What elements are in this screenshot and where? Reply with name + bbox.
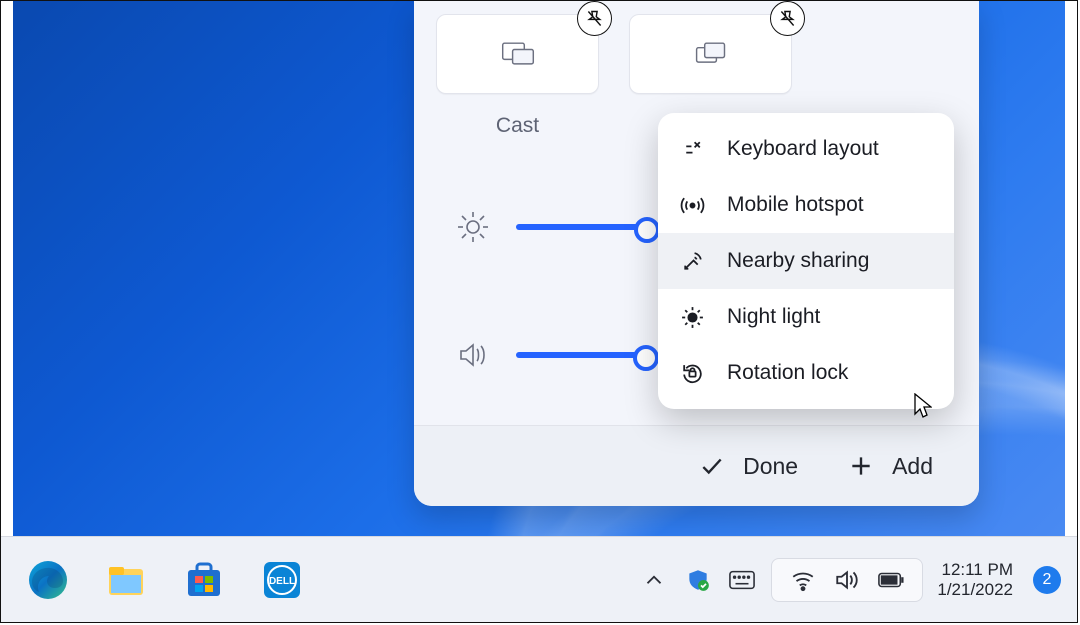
add-button[interactable]: Add — [848, 453, 933, 480]
wifi-icon — [788, 565, 818, 595]
menu-item-label: Keyboard layout — [727, 137, 879, 161]
menu-item-label: Night light — [727, 305, 820, 329]
svg-text:DELL: DELL — [269, 576, 295, 587]
menu-item-label: Rotation lock — [727, 361, 848, 385]
night-light-icon — [680, 305, 705, 330]
clock-date: 1/21/2022 — [937, 580, 1013, 600]
keyboard-layout-icon — [680, 137, 705, 162]
notification-badge[interactable]: 2 — [1033, 566, 1061, 594]
plus-icon — [848, 453, 874, 479]
menu-item-mobile-hotspot[interactable]: Mobile hotspot — [658, 177, 954, 233]
taskbar: DELL — [1, 536, 1077, 622]
tray-security-icon[interactable] — [683, 565, 713, 595]
system-tray-group[interactable] — [771, 558, 923, 602]
tray-overflow-button[interactable] — [639, 565, 669, 595]
unpin-icon[interactable] — [770, 1, 805, 36]
battery-icon — [876, 565, 906, 595]
tray-input-indicator[interactable] — [727, 565, 757, 595]
done-button[interactable]: Done — [699, 453, 798, 480]
volume-tray-icon — [832, 565, 862, 595]
project-icon — [693, 39, 729, 69]
add-label: Add — [892, 453, 933, 480]
quick-settings-panel: Cast — [414, 1, 979, 506]
volume-icon — [454, 336, 492, 374]
check-icon — [699, 453, 725, 479]
taskbar-icon-edge[interactable] — [25, 557, 71, 603]
nearby-sharing-icon — [680, 249, 705, 274]
cast-icon — [500, 39, 536, 69]
tile-project[interactable] — [629, 14, 792, 94]
clock-time: 12:11 PM — [937, 560, 1013, 580]
menu-item-nearby-sharing[interactable]: Nearby sharing — [658, 233, 954, 289]
hotspot-icon — [680, 193, 705, 218]
brightness-icon — [454, 208, 492, 246]
menu-item-night-light[interactable]: Night light — [658, 289, 954, 345]
add-context-menu: Keyboard layout Mobile hotspot Nearby sh… — [658, 113, 954, 409]
tile-label: Cast — [436, 114, 599, 138]
menu-item-label: Nearby sharing — [727, 249, 869, 273]
taskbar-icon-dell[interactable]: DELL — [259, 557, 305, 603]
tile-cast[interactable] — [436, 14, 599, 94]
unpin-icon[interactable] — [577, 1, 612, 36]
taskbar-icon-file-explorer[interactable] — [103, 557, 149, 603]
taskbar-clock[interactable]: 12:11 PM 1/21/2022 — [937, 560, 1013, 599]
rotation-lock-icon — [680, 361, 705, 386]
menu-item-label: Mobile hotspot — [727, 193, 864, 217]
quick-settings-footer: Done Add — [414, 425, 979, 506]
menu-item-rotation-lock[interactable]: Rotation lock — [658, 345, 954, 401]
mouse-cursor — [914, 393, 932, 419]
menu-item-keyboard-layout[interactable]: Keyboard layout — [658, 121, 954, 177]
notification-count: 2 — [1043, 571, 1052, 589]
taskbar-icon-microsoft-store[interactable] — [181, 557, 227, 603]
done-label: Done — [743, 453, 798, 480]
